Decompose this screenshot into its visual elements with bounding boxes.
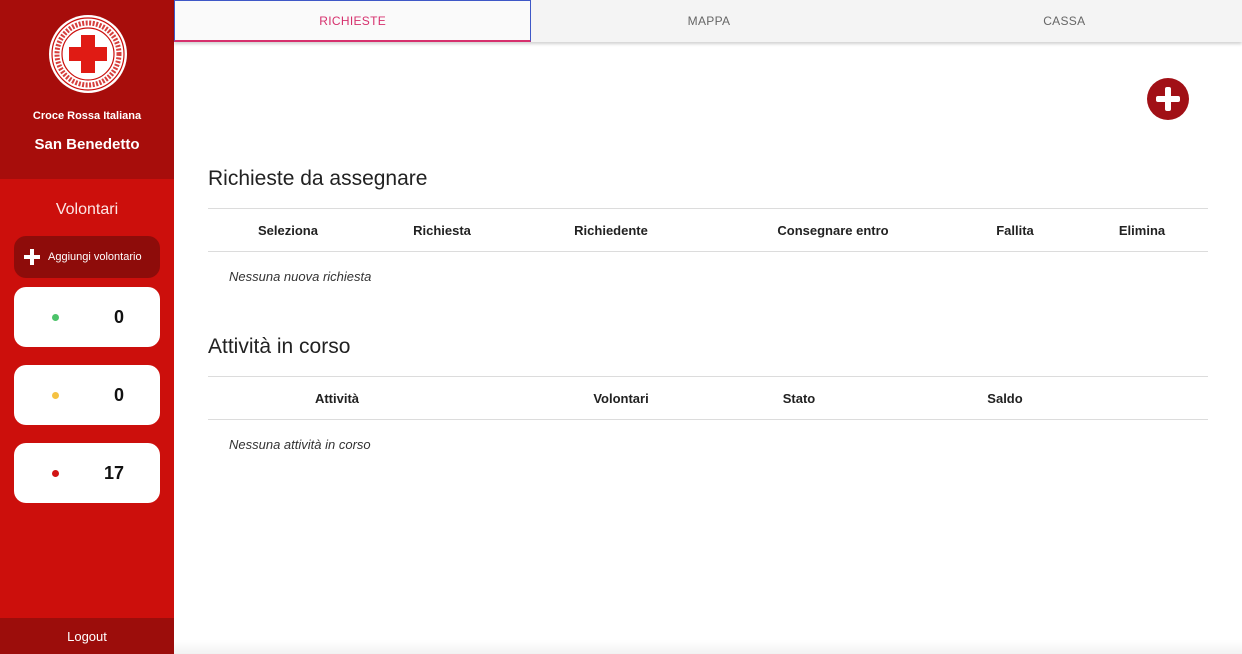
plus-icon <box>24 249 40 265</box>
add-volunteer-label: Aggiungi volontario <box>48 251 142 263</box>
tab-cassa[interactable]: CASSA <box>887 0 1242 42</box>
status-dot-red-icon <box>52 469 59 477</box>
requests-empty-text: Nessuna nuova richiesta <box>229 269 372 284</box>
org-name: Croce Rossa Italiana <box>32 110 142 122</box>
tab-bar: RICHIESTE MAPPA CASSA <box>174 0 1242 42</box>
column-header: Seleziona <box>258 223 318 238</box>
column-header: Fallita <box>996 223 1034 238</box>
column-header: Elimina <box>1118 223 1166 238</box>
logout-button[interactable]: Logout <box>0 618 174 654</box>
counter-value: 0 <box>113 306 124 327</box>
counter-available[interactable]: 0 <box>14 287 160 347</box>
requests-table: Seleziona Richiesta Richiedente Consegna… <box>208 208 1208 252</box>
activities-title: Attività in corso <box>208 335 351 358</box>
column-header: Volontari <box>593 391 649 406</box>
activities-table-header: Attività Volontari Stato Saldo <box>208 376 1208 420</box>
add-volunteer-button[interactable]: Aggiungi volontario <box>14 236 160 278</box>
brand-header: Croce Rossa Italiana San Benedetto <box>0 0 174 179</box>
activities-table: Attività Volontari Stato Saldo <box>208 376 1208 420</box>
column-header: Saldo <box>987 391 1023 406</box>
app-root: Croce Rossa Italiana San Benedetto Volon… <box>0 0 1242 654</box>
branch-name: San Benedetto <box>34 136 140 153</box>
tab-richieste[interactable]: RICHIESTE <box>174 0 532 42</box>
column-header: Richiedente <box>574 223 648 238</box>
activities-empty-text: Nessuna attività in corso <box>229 437 371 452</box>
status-dot-yellow-icon <box>52 391 59 399</box>
add-request-button[interactable] <box>1147 78 1189 120</box>
volunteers-title: Volontari <box>55 201 119 218</box>
requests-table-header: Seleziona Richiesta Richiedente Consegna… <box>208 208 1208 252</box>
column-header: Richiesta <box>413 223 471 238</box>
bottom-shadow <box>174 640 1242 654</box>
counter-value: 17 <box>103 462 124 483</box>
requests-title: Richieste da assegnare <box>208 167 428 190</box>
tab-mappa[interactable]: MAPPA <box>531 0 886 42</box>
counter-busy[interactable]: 0 <box>14 365 160 425</box>
red-cross-seal-icon <box>49 15 127 93</box>
column-header: Stato <box>782 391 816 406</box>
counter-value: 0 <box>113 384 124 405</box>
sidebar: Croce Rossa Italiana San Benedetto Volon… <box>0 0 174 654</box>
status-dot-green-icon <box>52 313 59 321</box>
counter-unavailable[interactable]: 17 <box>14 443 160 503</box>
column-header: Attività <box>314 391 360 406</box>
column-header: Consegnare entro <box>777 223 889 238</box>
